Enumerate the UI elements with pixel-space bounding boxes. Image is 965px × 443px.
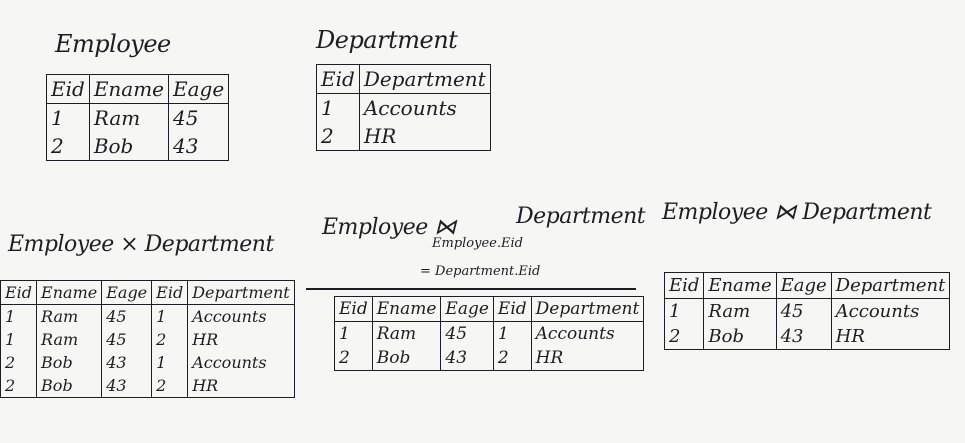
column-header: Eid	[492, 296, 532, 322]
table-row: 2 Bob 43 2 HR	[0, 374, 295, 398]
employee-title: Employee	[55, 30, 171, 58]
column-header: Department	[187, 280, 295, 305]
table-cell: 1	[0, 304, 38, 328]
column-header: Eage	[168, 74, 230, 104]
table-cell: 45	[101, 328, 153, 351]
table-cell: Ram	[371, 321, 442, 346]
table-cell: HR	[530, 346, 645, 371]
table-cell: 43	[168, 132, 230, 161]
column-header: Eage	[101, 280, 153, 305]
table-cell: Bob	[703, 324, 777, 350]
table-cell: 1	[46, 103, 90, 132]
table-cell: Accounts	[187, 304, 295, 328]
table-row: 2 Bob 43 2 HR	[334, 346, 645, 371]
department-table: Eid Department 1 Accounts 2 HR	[316, 64, 491, 151]
header-row: Eid Ename Eage Department	[663, 272, 951, 299]
column-header: Department	[830, 272, 951, 299]
table-cell: 2	[46, 132, 90, 161]
table-row: 1 Ram 45 2 HR	[0, 328, 295, 351]
table-cell: 2	[334, 346, 373, 371]
column-header: Eid	[0, 280, 38, 305]
table-row: 1 Accounts	[316, 93, 491, 122]
table-cell: 1	[492, 321, 532, 346]
table-row: 2 Bob 43 1 Accounts	[0, 351, 295, 374]
natural-join-title: Employee ⋈ Department	[662, 200, 932, 225]
table-cell: Accounts	[358, 93, 491, 122]
natural-join-table: Eid Ename Eage Department 1 Ram 45 Accounts 2 Bob…	[663, 272, 951, 350]
table-cell: 45	[168, 103, 230, 132]
table-cell: HR	[187, 374, 295, 398]
table-row: 2 Bob 43	[46, 132, 230, 161]
table-cell: 45	[440, 321, 494, 346]
table-cell: Accounts	[530, 321, 645, 346]
table-cell: Bob	[371, 346, 442, 371]
table-cell: 1	[316, 93, 360, 122]
theta-join-table: Eid Ename Eage Eid Department 1 Ram 45 1 Accounts…	[334, 296, 645, 371]
table-cell: Bob	[88, 132, 170, 161]
theta-join-title-right: Department	[516, 204, 646, 229]
department-title: Department	[316, 26, 458, 54]
employee-table: Eid Ename Eage 1 Ram 45 2 Bob 43	[46, 74, 230, 161]
table-cell: Ram	[703, 298, 777, 324]
separator-line	[306, 288, 636, 290]
table-row: 2 HR	[316, 122, 491, 151]
table-cell: 1	[334, 321, 373, 346]
table-cell: 45	[775, 298, 832, 324]
header-row: Eid Department	[316, 64, 491, 94]
table-cell: 43	[101, 351, 153, 374]
table-cell: 1	[151, 304, 189, 328]
column-header: Eid	[663, 272, 705, 299]
header-row: Eid Ename Eage	[46, 74, 230, 104]
column-header: Department	[358, 64, 491, 94]
column-header: Ename	[88, 74, 170, 104]
table-cell: 43	[101, 374, 153, 398]
column-header: Eid	[151, 280, 189, 305]
header-row: Eid Ename Eage Eid Department	[0, 280, 295, 305]
table-row: 1 Ram 45	[46, 103, 230, 132]
table-cell: 2	[663, 324, 705, 350]
column-header: Eid	[334, 296, 373, 322]
table-cell: 2	[492, 346, 532, 371]
table-cell: 1	[151, 351, 189, 374]
join-condition-line2: = Department.Eid	[420, 264, 541, 279]
column-header: Eage	[440, 296, 494, 322]
table-cell: 2	[151, 374, 189, 398]
table-cell: Bob	[36, 374, 103, 398]
column-header: Ename	[371, 296, 442, 322]
whiteboard: Employee Eid Ename Eage 1 Ram 45 2 Bob 43 Depart…	[0, 0, 965, 443]
table-cell: HR	[830, 324, 951, 350]
table-cell: 2	[0, 351, 38, 374]
column-header: Ename	[703, 272, 777, 299]
table-row: 2 Bob 43 HR	[663, 324, 951, 350]
table-cell: 1	[663, 298, 705, 324]
table-cell: Accounts	[830, 298, 951, 324]
table-cell: Bob	[36, 351, 103, 374]
table-cell: Ram	[36, 328, 103, 351]
cross-product-title: Employee × Department	[8, 232, 274, 257]
table-cell: 43	[440, 346, 494, 371]
column-header: Eid	[46, 74, 90, 104]
table-cell: Accounts	[187, 351, 295, 374]
column-header: Department	[530, 296, 645, 322]
table-cell: 1	[0, 328, 38, 351]
table-row: 1 Ram 45 Accounts	[663, 298, 951, 324]
table-row: 1 Ram 45 1 Accounts	[334, 321, 645, 346]
column-header: Ename	[36, 280, 103, 305]
table-cell: Ram	[36, 304, 103, 328]
table-cell: Ram	[88, 103, 170, 132]
header-row: Eid Ename Eage Eid Department	[334, 296, 645, 322]
column-header: Eid	[316, 64, 360, 94]
table-cell: 43	[775, 324, 832, 350]
cross-product-table: Eid Ename Eage Eid Department 1 Ram 45 1 Accounts…	[0, 280, 295, 398]
table-cell: 45	[101, 304, 153, 328]
table-cell: HR	[358, 122, 491, 151]
table-cell: HR	[187, 328, 295, 351]
join-condition-line1: Employee.Eid	[432, 236, 523, 251]
table-row: 1 Ram 45 1 Accounts	[0, 304, 295, 328]
table-cell: 2	[0, 374, 38, 398]
table-cell: 2	[151, 328, 189, 351]
column-header: Eage	[775, 272, 832, 299]
table-cell: 2	[316, 122, 360, 151]
